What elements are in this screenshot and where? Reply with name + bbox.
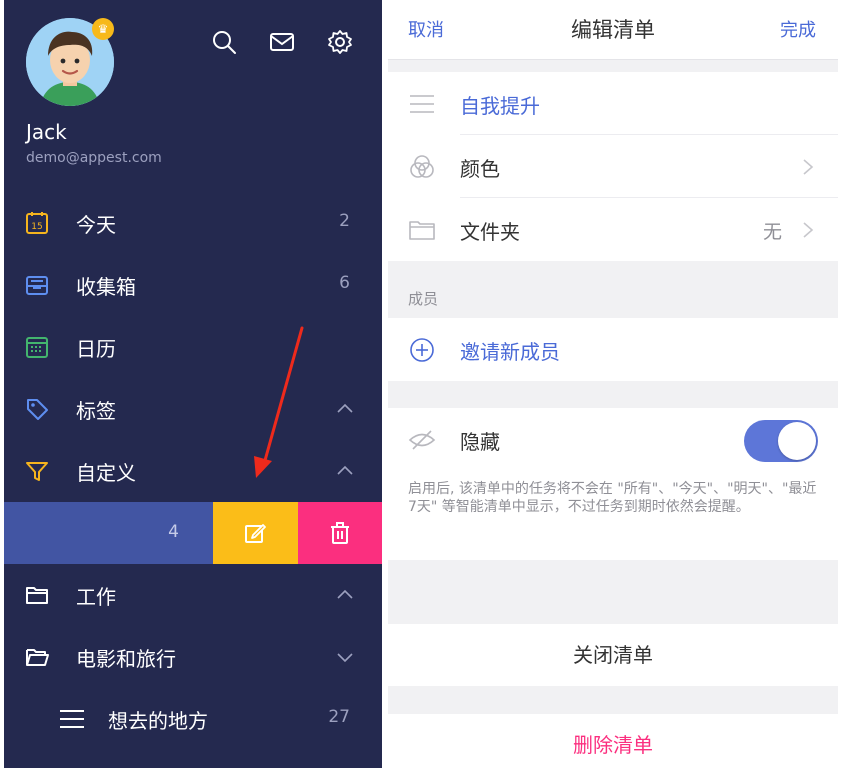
gear-icon[interactable] bbox=[326, 28, 354, 56]
svg-text:15: 15 bbox=[31, 222, 42, 232]
list-name-input[interactable]: 自我提升 bbox=[460, 90, 540, 119]
chevron-down-icon[interactable] bbox=[336, 648, 354, 666]
calendar-15-icon: 15 bbox=[26, 212, 48, 234]
delete-list-button[interactable]: 删除清单 bbox=[388, 714, 838, 768]
edit-list-panel: 取消 编辑清单 完成 自我提升 颜色 文件夹 无 成员 邀请新成员 隐藏 启用后… bbox=[388, 0, 838, 768]
tag-icon bbox=[27, 399, 48, 420]
hide-toggle[interactable] bbox=[744, 420, 818, 462]
list-icon bbox=[60, 710, 84, 728]
filter-icon bbox=[26, 462, 48, 481]
sidebar: ♛ Jack demo@appest.com 15 今天 2 收集箱 6 日历 … bbox=[4, 0, 382, 768]
sidebar-list-count: 27 bbox=[328, 707, 350, 727]
members-section-header: 成员 bbox=[408, 290, 439, 308]
sidebar-item-inbox[interactable]: 收集箱 6 bbox=[4, 254, 382, 316]
sidebar-item-label: 标签 bbox=[76, 399, 116, 423]
invite-member-label: 邀请新成员 bbox=[460, 340, 560, 364]
folder-icon bbox=[26, 587, 48, 604]
chevron-up-icon[interactable] bbox=[336, 462, 354, 480]
sidebar-folder-work[interactable]: 工作 bbox=[4, 564, 382, 626]
sidebar-folder-label: 工作 bbox=[76, 585, 116, 609]
folder-icon bbox=[409, 221, 435, 240]
swiped-list-row[interactable]: 4 bbox=[4, 502, 382, 564]
sidebar-item-custom[interactable]: 自定义 bbox=[4, 440, 382, 502]
sidebar-item-today[interactable]: 15 今天 2 bbox=[4, 192, 382, 254]
hide-cell: 隐藏 bbox=[388, 408, 838, 471]
sidebar-item-count: 6 bbox=[339, 273, 350, 293]
delete-button[interactable] bbox=[298, 502, 382, 564]
list-icon bbox=[410, 95, 434, 113]
folder-open-icon bbox=[26, 649, 49, 666]
edit-button[interactable] bbox=[213, 502, 298, 564]
sidebar-item-label: 自定义 bbox=[76, 461, 136, 485]
chevron-up-icon[interactable] bbox=[336, 400, 354, 418]
sidebar-item-tags[interactable]: 标签 bbox=[4, 378, 382, 440]
crown-icon: ♛ bbox=[92, 18, 114, 40]
list-name-cell[interactable]: 自我提升 bbox=[388, 72, 838, 135]
done-button[interactable]: 完成 bbox=[780, 16, 816, 42]
hide-label: 隐藏 bbox=[460, 430, 500, 454]
chevron-right-icon bbox=[803, 159, 814, 175]
app-root: ♛ Jack demo@appest.com 15 今天 2 收集箱 6 日历 … bbox=[0, 0, 842, 768]
sidebar-item-calendar[interactable]: 日历 bbox=[4, 316, 382, 378]
eye-off-icon bbox=[408, 430, 436, 450]
search-icon[interactable] bbox=[210, 28, 238, 56]
user-name: Jack bbox=[26, 120, 67, 144]
list-settings-group: 自我提升 颜色 文件夹 无 bbox=[388, 72, 838, 261]
sidebar-item-label: 日历 bbox=[76, 337, 116, 361]
user-email: demo@appest.com bbox=[26, 150, 162, 166]
sidebar-list-label: 想去的地方 bbox=[108, 709, 208, 733]
invite-member-cell[interactable]: 邀请新成员 bbox=[388, 318, 838, 381]
folder-value: 无 bbox=[762, 221, 782, 243]
folder-cell[interactable]: 文件夹 无 bbox=[388, 198, 838, 261]
swiped-row-content[interactable]: 4 bbox=[4, 502, 213, 564]
sidebar-list-places[interactable]: 想去的地方 27 bbox=[4, 688, 382, 750]
toggle-knob bbox=[778, 422, 816, 460]
sidebar-folder-label: 电影和旅行 bbox=[76, 647, 176, 671]
calendar-grid-icon bbox=[26, 337, 48, 358]
members-group: 邀请新成员 bbox=[388, 318, 838, 381]
color-label: 颜色 bbox=[460, 157, 500, 181]
swiped-row-count: 4 bbox=[168, 522, 179, 542]
sidebar-item-label: 今天 bbox=[76, 213, 116, 237]
mail-icon[interactable] bbox=[268, 28, 296, 56]
page-title: 编辑清单 bbox=[571, 18, 655, 42]
nav-bar: 取消 编辑清单 完成 bbox=[388, 0, 838, 60]
inbox-icon bbox=[26, 276, 48, 295]
sidebar-item-label: 收集箱 bbox=[76, 275, 136, 299]
folder-label: 文件夹 bbox=[460, 220, 520, 244]
sidebar-folder-movies-travel[interactable]: 电影和旅行 bbox=[4, 626, 382, 688]
plus-circle-icon bbox=[410, 338, 434, 362]
edit-icon bbox=[245, 524, 266, 543]
color-cell[interactable]: 颜色 bbox=[388, 135, 838, 198]
color-circles-icon bbox=[410, 155, 434, 178]
chevron-right-icon bbox=[803, 222, 814, 238]
chevron-up-icon[interactable] bbox=[336, 586, 354, 604]
close-list-button[interactable]: 关闭清单 bbox=[388, 624, 838, 686]
trash-icon bbox=[331, 522, 349, 544]
sidebar-item-count: 2 bbox=[339, 211, 350, 231]
hide-hint-text: 启用后, 该清单中的任务将不会在 "所有"、"今天"、"明天"、"最近7天" 等… bbox=[408, 481, 817, 515]
